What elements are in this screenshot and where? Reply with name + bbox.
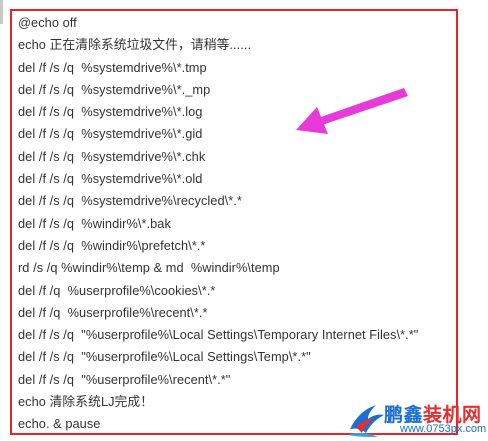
watermark-url: www.0753px.com (400, 423, 487, 435)
annotation-arrow-icon (296, 88, 408, 134)
bird-logo-icon (348, 405, 384, 437)
arrow-shaft (318, 88, 408, 125)
site-watermark: 鹏鑫装机网 www.0753px.com (346, 399, 488, 441)
